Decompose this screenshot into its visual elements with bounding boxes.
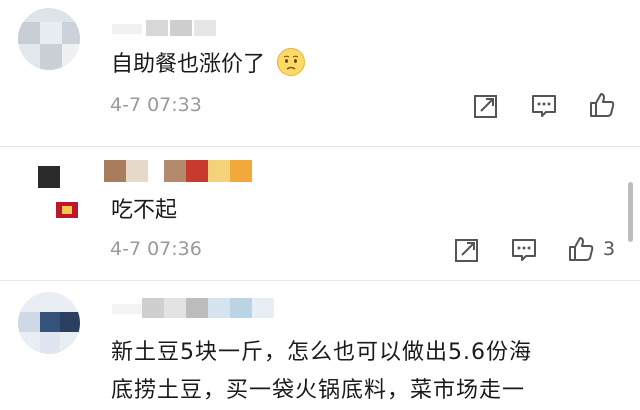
divider xyxy=(0,146,640,147)
avatar[interactable] xyxy=(18,156,80,218)
like-count: 3 xyxy=(603,238,616,260)
username-redacted[interactable] xyxy=(112,18,232,40)
comment-icon[interactable] xyxy=(530,92,558,120)
thumbs-up-icon[interactable] xyxy=(588,91,616,119)
comment-text-line-1: 新土豆5块一斤，怎么也可以做出5.6份海 xyxy=(111,340,532,365)
comment-item: 吃不起 4-7 07:36 3 xyxy=(0,148,640,280)
comment-icon[interactable] xyxy=(510,236,538,264)
comment-timestamp: 4-7 07:36 xyxy=(110,238,202,260)
comment-text: 自助餐也涨价了 xyxy=(111,46,306,84)
disappointed-face-emoji xyxy=(277,48,306,76)
comment-text: 吃不起 xyxy=(111,198,178,223)
share-icon[interactable] xyxy=(472,92,500,120)
share-icon[interactable] xyxy=(453,236,481,264)
thumbs-up-icon[interactable] xyxy=(567,235,595,263)
avatar[interactable] xyxy=(18,8,80,70)
scrollbar[interactable] xyxy=(628,182,633,242)
divider xyxy=(0,280,640,281)
comment-text-line-2: 底捞土豆，买一袋火锅底料，菜市场走一 xyxy=(111,378,526,403)
avatar[interactable] xyxy=(18,292,80,354)
comment-text-content: 自助餐也涨价了 xyxy=(111,52,266,77)
username-redacted[interactable] xyxy=(104,160,264,184)
comment-item: 自助餐也涨价了 4-7 07:33 xyxy=(0,0,640,148)
comment-timestamp: 4-7 07:33 xyxy=(110,94,202,116)
username-redacted[interactable] xyxy=(112,296,312,320)
comment-item: 新土豆5块一斤，怎么也可以做出5.6份海 底捞土豆，买一袋火锅底料，菜市场走一 xyxy=(0,282,640,407)
